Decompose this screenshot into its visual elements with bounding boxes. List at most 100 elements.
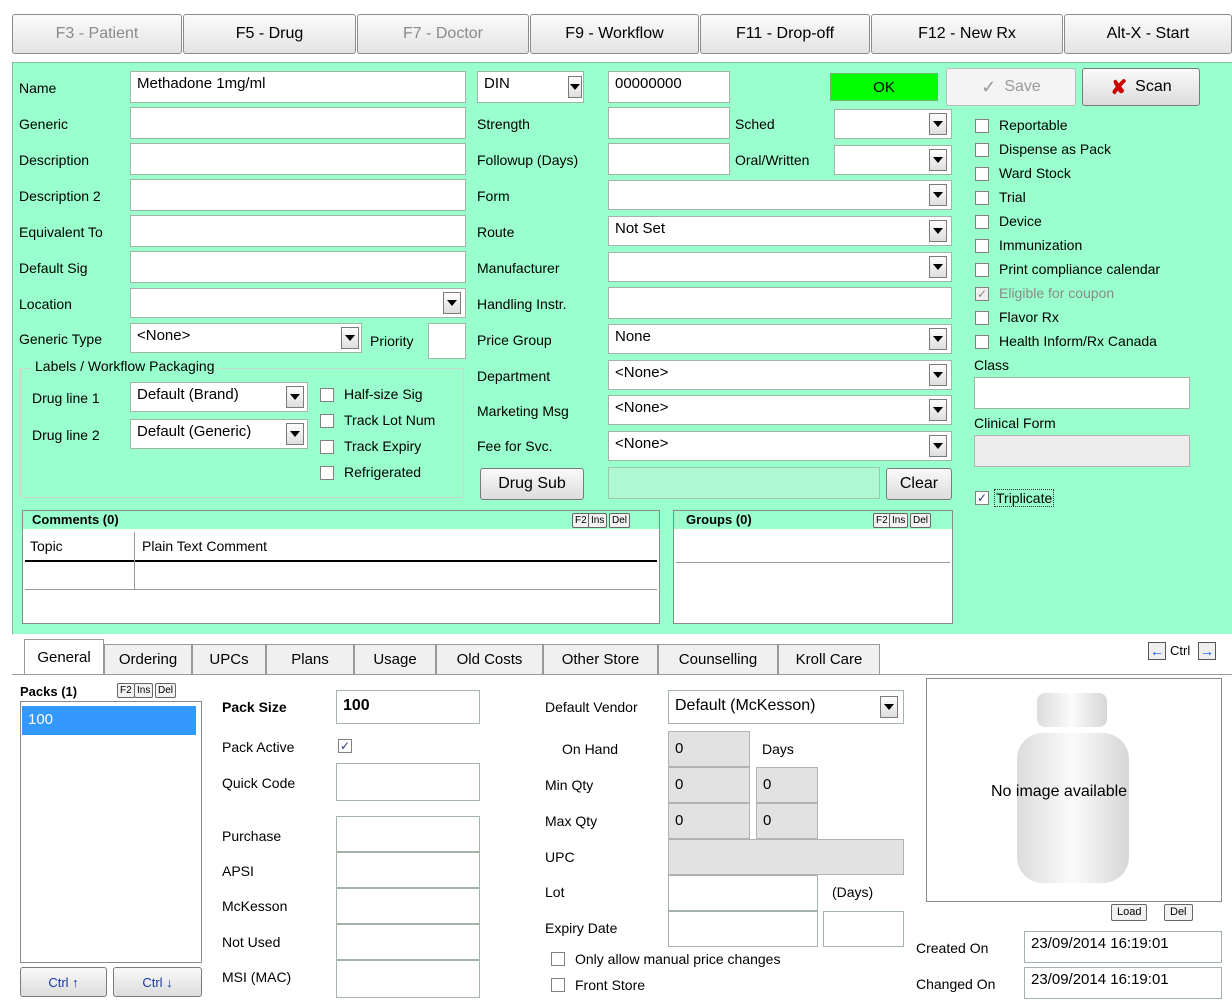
department-dropdown-arrow[interactable] bbox=[929, 364, 947, 386]
comments-del-button[interactable]: Del bbox=[609, 513, 631, 528]
expiry-date-input[interactable] bbox=[668, 911, 818, 947]
reportable-checkbox[interactable] bbox=[975, 119, 989, 133]
manufacturer-dropdown-arrow[interactable] bbox=[929, 256, 947, 278]
tab-other-store[interactable]: Other Store bbox=[543, 644, 658, 674]
route-select[interactable]: Not Set bbox=[608, 216, 952, 246]
groups-ins-button[interactable]: Ins bbox=[889, 513, 909, 528]
msi-input[interactable] bbox=[336, 960, 480, 998]
tab-upcs[interactable]: UPCs bbox=[192, 644, 266, 674]
marketing-dropdown-arrow[interactable] bbox=[929, 399, 947, 421]
generic-type-dropdown-arrow[interactable] bbox=[341, 327, 359, 349]
front-store-checkbox[interactable] bbox=[551, 978, 565, 992]
apsi-input[interactable] bbox=[336, 852, 480, 888]
immunization-checkbox[interactable] bbox=[975, 239, 989, 253]
packs-del-button[interactable]: Del bbox=[155, 683, 177, 698]
purchase-input[interactable] bbox=[336, 816, 480, 852]
flavor-rx-checkbox[interactable] bbox=[975, 311, 989, 325]
device-checkbox[interactable] bbox=[975, 215, 989, 229]
tab-next-arrow-icon[interactable]: → bbox=[1198, 642, 1216, 660]
route-dropdown-arrow[interactable] bbox=[929, 220, 947, 242]
equivalent-to-input[interactable] bbox=[130, 215, 466, 247]
ward-stock-checkbox[interactable] bbox=[975, 167, 989, 181]
pack-size-input[interactable]: 100 bbox=[336, 690, 480, 724]
new-rx-button[interactable]: F12 - New Rx bbox=[871, 14, 1063, 54]
patient-button[interactable]: F3 - Patient bbox=[12, 14, 182, 54]
start-button[interactable]: Alt-X - Start bbox=[1064, 14, 1232, 54]
save-button[interactable]: ✓ Save bbox=[946, 68, 1076, 106]
default-vendor-select[interactable]: Default (McKesson) bbox=[668, 690, 904, 724]
health-inform-checkbox[interactable] bbox=[975, 335, 989, 349]
tab-ordering[interactable]: Ordering bbox=[104, 644, 192, 674]
clear-button[interactable]: Clear bbox=[886, 468, 952, 500]
trial-checkbox[interactable] bbox=[975, 191, 989, 205]
drug-line2-select[interactable]: Default (Generic) bbox=[130, 419, 308, 449]
drug-button[interactable]: F5 - Drug bbox=[183, 14, 356, 54]
drug-line2-dropdown-arrow[interactable] bbox=[286, 423, 304, 445]
price-group-select[interactable]: None bbox=[608, 324, 952, 354]
description-input[interactable] bbox=[130, 143, 466, 175]
pack-active-checkbox[interactable]: ✓ bbox=[338, 739, 352, 753]
packs-ins-button[interactable]: Ins bbox=[134, 683, 154, 698]
mckesson-input[interactable] bbox=[336, 888, 480, 924]
default-vendor-dropdown-arrow[interactable] bbox=[880, 696, 898, 718]
pack-move-up-button[interactable]: Ctrl ↑ bbox=[20, 967, 107, 997]
class-input[interactable] bbox=[974, 377, 1190, 409]
din-input[interactable]: 00000000 bbox=[608, 71, 730, 103]
description2-input[interactable] bbox=[130, 179, 466, 211]
tab-usage[interactable]: Usage bbox=[354, 644, 436, 674]
generic-type-select[interactable]: <None> bbox=[130, 323, 362, 353]
default-sig-input[interactable] bbox=[130, 251, 466, 283]
packs-f2-button[interactable]: F2 bbox=[117, 683, 135, 698]
image-load-button[interactable]: Load bbox=[1111, 904, 1148, 921]
department-select[interactable]: <None> bbox=[608, 360, 952, 390]
refrigerated-checkbox[interactable] bbox=[320, 466, 334, 480]
dispense-as-pack-checkbox[interactable] bbox=[975, 143, 989, 157]
fee-dropdown-arrow[interactable] bbox=[929, 435, 947, 457]
tab-general[interactable]: General bbox=[24, 639, 104, 675]
triplicate-checkbox[interactable]: ✓ bbox=[975, 491, 989, 505]
followup-input[interactable] bbox=[608, 143, 730, 175]
drug-sub-button[interactable]: Drug Sub bbox=[480, 468, 584, 500]
form-dropdown-arrow[interactable] bbox=[929, 184, 947, 206]
tab-kroll-care[interactable]: Kroll Care bbox=[778, 644, 880, 674]
din-type-dropdown-arrow[interactable] bbox=[568, 76, 582, 98]
location-dropdown-arrow[interactable] bbox=[443, 292, 461, 314]
half-size-sig-checkbox[interactable] bbox=[320, 388, 334, 402]
print-compliance-calendar-checkbox[interactable] bbox=[975, 263, 989, 277]
generic-input[interactable] bbox=[130, 107, 466, 139]
workflow-button[interactable]: F9 - Workflow bbox=[530, 14, 699, 54]
doctor-button[interactable]: F7 - Doctor bbox=[357, 14, 529, 54]
drug-line1-dropdown-arrow[interactable] bbox=[286, 386, 304, 408]
form-select[interactable] bbox=[608, 180, 952, 210]
drug-line1-select[interactable]: Default (Brand) bbox=[130, 382, 308, 412]
name-input[interactable]: Methadone 1mg/ml bbox=[130, 71, 466, 103]
tab-counselling[interactable]: Counselling bbox=[658, 644, 778, 674]
tab-old-costs[interactable]: Old Costs bbox=[436, 644, 543, 674]
packs-list-item[interactable]: 100 bbox=[22, 706, 196, 735]
location-select[interactable] bbox=[130, 288, 466, 318]
strength-input[interactable] bbox=[608, 107, 730, 139]
tab-prev-arrow-icon[interactable]: ← bbox=[1148, 642, 1166, 660]
groups-del-button[interactable]: Del bbox=[910, 513, 932, 528]
comments-ins-button[interactable]: Ins bbox=[588, 513, 608, 528]
image-delete-button[interactable]: Del bbox=[1164, 904, 1193, 921]
tab-plans[interactable]: Plans bbox=[266, 644, 354, 674]
lot-input[interactable] bbox=[668, 875, 818, 911]
not-used-input[interactable] bbox=[336, 924, 480, 960]
track-expiry-checkbox[interactable] bbox=[320, 440, 334, 454]
sched-dropdown-arrow[interactable] bbox=[929, 113, 947, 135]
manufacturer-select[interactable] bbox=[608, 252, 952, 282]
track-lot-checkbox[interactable] bbox=[320, 414, 334, 428]
price-group-dropdown-arrow[interactable] bbox=[929, 328, 947, 350]
dropoff-button[interactable]: F11 - Drop-off bbox=[700, 14, 870, 54]
pack-move-down-button[interactable]: Ctrl ↓ bbox=[113, 967, 202, 997]
handling-input[interactable] bbox=[608, 287, 952, 319]
marketing-select[interactable]: <None> bbox=[608, 395, 952, 425]
oral-written-dropdown-arrow[interactable] bbox=[929, 149, 947, 171]
manual-price-checkbox[interactable] bbox=[551, 952, 565, 966]
priority-input[interactable] bbox=[428, 323, 466, 359]
fee-select[interactable]: <None> bbox=[608, 431, 952, 461]
expiry-days-input[interactable] bbox=[823, 911, 904, 947]
scan-button[interactable]: ✘ Scan bbox=[1082, 68, 1200, 106]
quick-code-input[interactable] bbox=[336, 763, 480, 801]
